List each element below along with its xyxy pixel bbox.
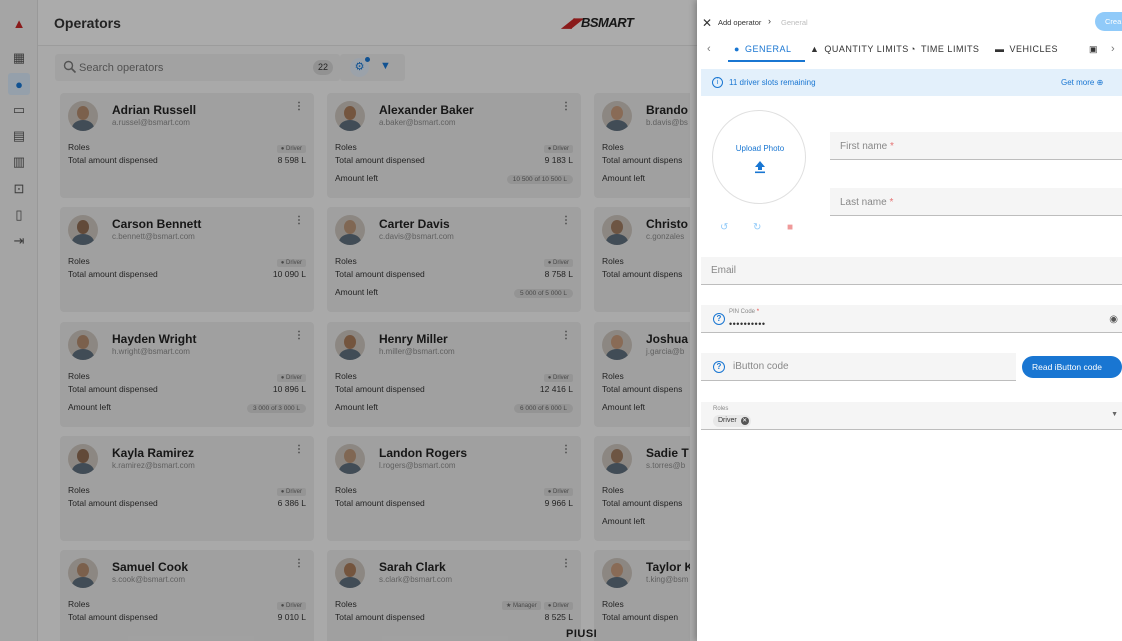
roles-select[interactable]: Roles Driver ✕ ▼ — [701, 402, 1122, 430]
pin-code-label: PIN Code * — [729, 309, 759, 315]
upload-icon — [755, 161, 765, 174]
tab-quantity-limits[interactable]: ▲ QUANTITY LIMITS — [810, 44, 909, 54]
first-name-field[interactable]: First name * — [830, 132, 1122, 160]
chevron-down-icon[interactable]: ▼ — [1111, 411, 1118, 418]
email-input[interactable] — [711, 257, 1048, 284]
last-name-field[interactable]: Last name * — [830, 188, 1122, 216]
delete-photo-icon[interactable]: ■ — [787, 222, 793, 233]
slots-remaining-text: 11 driver slots remaining — [729, 78, 816, 87]
required-mark: * — [756, 309, 760, 315]
first-name-text: First name — [840, 141, 888, 152]
info-icon: i — [712, 77, 723, 88]
panel-title: Add operator — [718, 18, 762, 27]
rotate-left-icon[interactable]: ↺ — [720, 222, 728, 233]
pin-label-text: PIN Code — [729, 309, 756, 315]
car-icon: ▬ — [995, 44, 1005, 54]
remove-chip-icon[interactable]: ✕ — [740, 417, 749, 425]
tabs-next-icon[interactable]: › — [1111, 43, 1115, 55]
weight-icon: ▲ — [810, 44, 820, 54]
upload-photo-label: Upload Photo — [735, 144, 785, 153]
help-icon[interactable]: ? — [713, 313, 725, 325]
email-field[interactable] — [701, 257, 1122, 285]
breadcrumb: General — [781, 18, 808, 27]
upload-photo-button[interactable]: Upload Photo — [712, 110, 806, 204]
active-tab-indicator — [728, 60, 805, 62]
tab-more[interactable]: ▣ — [1089, 44, 1098, 55]
pin-code-field[interactable]: ? PIN Code * •••••••••• ◉ — [701, 305, 1122, 333]
required-mark: * — [889, 197, 894, 208]
card-icon: ▣ — [1089, 44, 1099, 54]
ibutton-field[interactable]: ? — [701, 353, 1016, 381]
last-name-text: Last name — [840, 197, 887, 208]
eye-icon[interactable]: ◉ — [1109, 314, 1118, 325]
ibutton-input[interactable] — [733, 353, 985, 380]
person-icon: ● — [734, 44, 740, 54]
panel-tabs: ‹ ● GENERAL ▲ QUANTITY LIMITS ◔ TIME LIMITS… — [697, 38, 1122, 62]
create-button[interactable]: Crea — [1095, 12, 1122, 31]
role-chip-label: Driver — [718, 417, 737, 424]
first-name-label: First name * — [840, 141, 894, 152]
tab-vehicles[interactable]: ▬ VEHICLES — [995, 44, 1058, 54]
roles-label: Roles — [713, 406, 729, 412]
close-icon[interactable]: ✕ — [702, 16, 712, 30]
rotate-right-icon[interactable]: ↻ — [753, 222, 761, 233]
get-more-link[interactable]: Get more ⊕ — [1061, 78, 1103, 87]
read-ibutton-button[interactable]: Read iButton code — [1022, 356, 1122, 378]
clock-icon: ◔ — [910, 44, 916, 54]
tabs-prev-icon[interactable]: ‹ — [707, 43, 711, 55]
pin-code-value: •••••••••• — [729, 319, 766, 329]
required-mark: * — [890, 141, 894, 152]
help-icon[interactable]: ? — [713, 361, 725, 373]
tab-general[interactable]: ● GENERAL — [734, 44, 791, 54]
tab-time-limits[interactable]: ◔ TIME LIMITS — [910, 44, 979, 54]
driver-slots-banner: i 11 driver slots remaining Get more ⊕ — [701, 69, 1122, 96]
role-chip-driver: Driver ✕ — [713, 415, 751, 427]
breadcrumb-chevron-icon: › — [768, 16, 771, 26]
last-name-label: Last name * — [840, 197, 893, 208]
add-operator-panel: ✕ Add operator › General Crea ‹ ● GENERAL… — [697, 0, 1122, 641]
